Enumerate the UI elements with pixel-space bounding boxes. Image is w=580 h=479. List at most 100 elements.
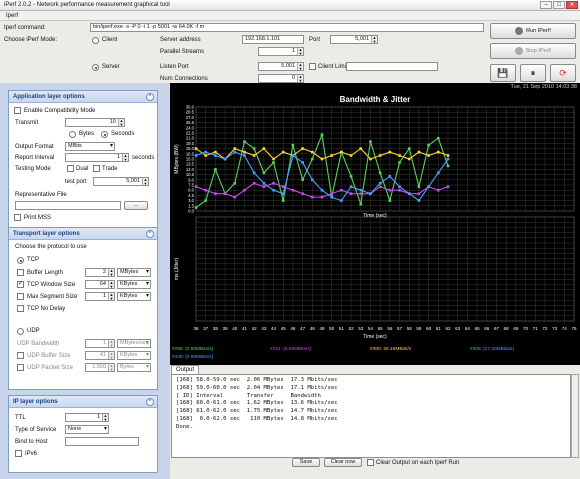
client-limit-field[interactable] xyxy=(346,62,438,71)
output-line: [ ID] Interval Transfer Bandwidth xyxy=(176,392,321,399)
data-point xyxy=(204,154,207,157)
transmit-field[interactable]: 10 ▲ ▼ xyxy=(65,118,125,127)
num-connections-field[interactable]: 0 ▲ ▼ xyxy=(258,74,304,83)
tcp-window-unit-select[interactable]: KBytes xyxy=(117,280,151,289)
client-radio[interactable] xyxy=(92,37,99,44)
udp-bandwidth-spinner[interactable]: ▲ ▼ xyxy=(108,340,114,347)
minimize-button[interactable]: – xyxy=(540,1,552,9)
data-point xyxy=(398,154,401,157)
stop-iperf-button[interactable]: Stop IPerf! xyxy=(490,43,576,59)
collapse-icon[interactable]: ⌃ xyxy=(146,398,154,406)
menu-iperf[interactable]: Iperf xyxy=(6,13,18,19)
data-point xyxy=(311,178,314,182)
tos-select[interactable]: None xyxy=(65,425,109,434)
representative-file-field[interactable] xyxy=(15,201,121,210)
port-field[interactable]: 5,001 ▲ ▼ xyxy=(330,35,378,44)
data-point xyxy=(301,178,304,182)
udp-packet-checkbox[interactable] xyxy=(17,364,24,371)
udp-radio[interactable] xyxy=(17,328,24,335)
data-point xyxy=(446,185,450,189)
browse-button[interactable]: ... xyxy=(124,201,148,210)
listen-port-field[interactable]: 5,001 ▲ ▼ xyxy=(258,62,304,71)
trade-checkbox[interactable] xyxy=(93,165,100,172)
ipv6-checkbox[interactable] xyxy=(15,450,22,457)
data-point xyxy=(330,154,333,157)
udp-packet-unit-select[interactable]: Bytes xyxy=(117,363,151,372)
maximize-button[interactable]: □ xyxy=(553,1,565,9)
ttl-field[interactable]: 1 ▲ ▼ xyxy=(65,413,109,422)
client-limit-checkbox[interactable] xyxy=(309,63,316,70)
buffer-length-checkbox[interactable] xyxy=(17,269,24,276)
compat-mode-checkbox[interactable] xyxy=(14,107,21,114)
buffer-length-unit-select[interactable]: MBytes xyxy=(117,268,151,277)
refresh-icon[interactable]: ⟳ xyxy=(550,64,576,82)
ip-layer-header[interactable]: IP layer options ⌃ xyxy=(9,396,157,408)
mode-label: Choose iPerf Mode: xyxy=(4,37,58,43)
collapse-icon[interactable]: ⌃ xyxy=(146,230,154,238)
max-segment-checkbox[interactable] xyxy=(17,293,24,300)
listen-port-spinner[interactable]: ▲ ▼ xyxy=(297,63,303,70)
client-limit-label: Client Limit xyxy=(318,64,348,70)
tcp-window-field[interactable]: 64 ▲ ▼ xyxy=(85,280,115,289)
print-mss-checkbox[interactable] xyxy=(14,214,21,221)
command-field[interactable]: bin/iperf.exe -s -P 0 -i 1 -p 5001 -w 64… xyxy=(90,23,484,32)
server-address-field[interactable]: 192.168.1.101 xyxy=(242,35,304,44)
report-interval-spinner[interactable]: ▲ ▼ xyxy=(122,154,128,161)
data-point xyxy=(243,140,246,143)
report-interval-field[interactable]: 1 ▲ ▼ xyxy=(65,153,129,162)
seconds-radio[interactable] xyxy=(101,131,108,138)
server-radio[interactable] xyxy=(92,64,99,71)
clear-each-run-checkbox[interactable] xyxy=(367,459,374,466)
save-icon[interactable]: 💾 xyxy=(490,64,516,82)
num-connections-spinner[interactable]: ▲ ▼ xyxy=(297,75,303,82)
dual-checkbox[interactable] xyxy=(67,165,74,172)
udp-buffer-checkbox[interactable] xyxy=(17,352,24,359)
transport-layer-header[interactable]: Transport layer options ⌃ xyxy=(9,228,157,240)
port-spinner[interactable]: ▲ ▼ xyxy=(371,36,377,43)
udp-packet-spinner[interactable]: ▲ ▼ xyxy=(108,364,114,371)
y-tick-label: 30.0 xyxy=(186,105,195,110)
application-layer-header[interactable]: Application layer options ⌃ xyxy=(9,91,157,103)
ip-layer-panel: IP layer options ⌃ TTL 1 ▲ ▼ Type of Servic… xyxy=(8,395,158,473)
udp-buffer-spinner[interactable]: ▲ ▼ xyxy=(108,352,114,359)
max-segment-spinner[interactable]: ▲ ▼ xyxy=(108,293,114,300)
tcp-window-checkbox[interactable]: ✓ xyxy=(17,281,24,288)
stop-icon xyxy=(514,46,523,55)
udp-packet-field[interactable]: 1,500 ▲ ▼ xyxy=(85,363,115,372)
data-point xyxy=(272,161,275,164)
legend-entry: #300: 28.18MBits/s xyxy=(370,346,412,352)
data-point xyxy=(281,185,285,189)
max-segment-unit-select[interactable]: KBytes xyxy=(117,292,151,301)
transmit-label: Transmit xyxy=(15,120,39,126)
test-port-field[interactable]: 5,001 ▲ ▼ xyxy=(93,177,149,186)
x-tick-label: 41 xyxy=(242,326,248,331)
test-port-spinner[interactable]: ▲ ▼ xyxy=(142,178,148,185)
buffer-length-field[interactable]: 2 ▲ ▼ xyxy=(85,268,115,277)
ttl-spinner[interactable]: ▲ ▼ xyxy=(102,414,108,421)
udp-bandwidth-unit-select[interactable]: MBytes/sec xyxy=(117,339,151,348)
parallel-spinner[interactable]: ▲ ▼ xyxy=(297,48,303,55)
bytes-radio[interactable] xyxy=(69,131,76,138)
save-output-button[interactable]: Save xyxy=(292,458,320,467)
data-point xyxy=(214,168,217,171)
output-tab[interactable]: Output xyxy=(171,365,200,374)
udp-bandwidth-field[interactable]: 1 ▲ ▼ xyxy=(85,339,115,348)
parallel-field[interactable]: 1 ▲ ▼ xyxy=(258,47,304,56)
udp-buffer-unit-select[interactable]: KBytes xyxy=(117,351,151,360)
output-scrollbar[interactable] xyxy=(571,374,579,458)
bind-host-field[interactable] xyxy=(65,437,139,446)
tcp-nodelay-checkbox[interactable] xyxy=(17,305,24,312)
max-segment-field[interactable]: 1 ▲ ▼ xyxy=(85,292,115,301)
close-button[interactable]: ✕ xyxy=(566,1,578,9)
tcp-radio[interactable] xyxy=(17,257,24,264)
num-connections-label: Num Connections xyxy=(160,76,208,82)
udp-buffer-field[interactable]: 41 ▲ ▼ xyxy=(85,351,115,360)
buffer-length-spinner[interactable]: ▲ ▼ xyxy=(108,269,114,276)
run-iperf-button[interactable]: Run IPerf! xyxy=(490,23,576,39)
clear-now-button[interactable]: Clear now xyxy=(324,458,362,467)
collapse-icon[interactable]: ⌃ xyxy=(146,93,154,101)
transmit-spinner[interactable]: ▲ ▼ xyxy=(118,119,124,126)
output-format-select[interactable]: MBits xyxy=(65,142,115,151)
tcp-window-spinner[interactable]: ▲ ▼ xyxy=(108,281,114,288)
pause-icon[interactable]: ⏸ xyxy=(520,64,546,82)
